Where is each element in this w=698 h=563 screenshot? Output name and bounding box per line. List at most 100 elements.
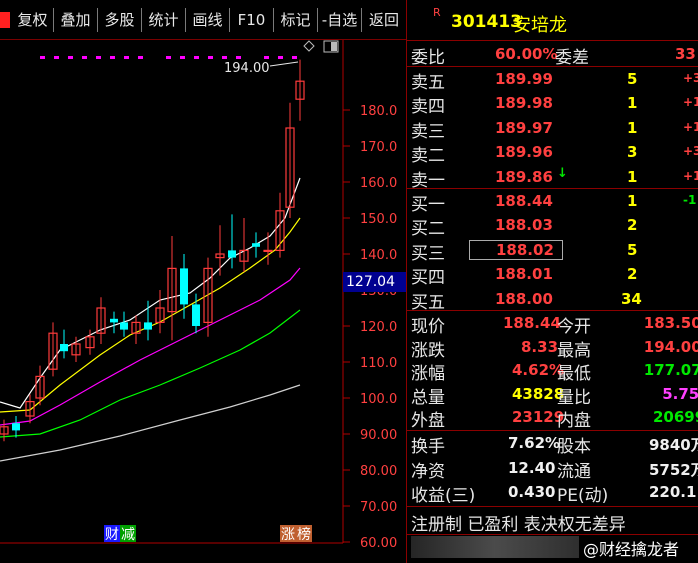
asks-volume: 1 bbox=[627, 94, 638, 113]
asks-price[interactable]: 189.99 bbox=[495, 70, 553, 88]
marker-dot bbox=[236, 56, 241, 59]
price-down-arrow-icon: ↓ bbox=[557, 166, 568, 181]
stock-name: 安培龙 bbox=[513, 15, 567, 36]
tb-fuquan-button[interactable]: 复权 bbox=[12, 8, 54, 32]
peak-price-label: 194.00 bbox=[224, 61, 270, 76]
axis-tick-label: 90.00 bbox=[360, 428, 397, 443]
axis-tick-label: 70.00 bbox=[360, 500, 397, 515]
axis-tick-label: 160.0 bbox=[360, 176, 397, 191]
listing-note: 注册制 已盈利 表决权无差异 bbox=[411, 515, 626, 535]
stat-label: 总量 bbox=[411, 387, 445, 408]
tb-tongji-button[interactable]: 统计 bbox=[142, 8, 186, 32]
marker-dots bbox=[40, 56, 297, 59]
axis-tick-label: 60.00 bbox=[360, 536, 397, 551]
tb-zixuan-button[interactable]: -自选 bbox=[318, 8, 362, 32]
axis-tick-label: 180.0 bbox=[360, 104, 397, 119]
fund-label: 股本 bbox=[557, 437, 591, 457]
candle-body-down bbox=[12, 423, 20, 431]
rise-tag[interactable]: 涨 bbox=[281, 527, 295, 543]
book-separator bbox=[407, 188, 698, 189]
marker-dot bbox=[292, 56, 297, 59]
header-separator bbox=[407, 40, 698, 41]
tb-back-button[interactable]: 返回 bbox=[362, 8, 406, 32]
marker-dot bbox=[124, 56, 129, 59]
asks-change: +3 bbox=[683, 144, 698, 159]
candle-body-down bbox=[144, 322, 152, 330]
asks-price[interactable]: 189.96 bbox=[495, 143, 553, 161]
asks-price[interactable]: 189.86 bbox=[495, 168, 553, 186]
asks-change: +1 bbox=[683, 95, 698, 110]
marker-dot bbox=[138, 56, 143, 59]
webi-label: 委比 bbox=[411, 48, 445, 68]
marker-dot bbox=[278, 56, 283, 59]
tb-biaoji-button[interactable]: 标记 bbox=[274, 8, 318, 32]
asks-label: 卖三 bbox=[411, 121, 445, 142]
bids-label: 买五 bbox=[411, 292, 445, 313]
stat-label: 量比 bbox=[557, 387, 591, 408]
asks-label: 卖四 bbox=[411, 97, 445, 118]
tb-huaxian-button[interactable]: 画线 bbox=[186, 8, 230, 32]
stat-value: 177.07 bbox=[643, 361, 698, 379]
chart-toolbar: 复权 叠加 多股 统计 画线 F10 标记 -自选 返回 bbox=[0, 0, 406, 40]
stat-label: 外盘 bbox=[411, 411, 445, 431]
marker-dot bbox=[68, 56, 73, 59]
bids-volume: 2 bbox=[627, 265, 638, 284]
fund-value: 0.430 bbox=[508, 483, 556, 501]
asks-label: 卖一 bbox=[411, 170, 445, 191]
fund-value: 9840万 bbox=[649, 436, 698, 454]
bids-price[interactable]: 188.01 bbox=[495, 265, 553, 283]
marker-dot bbox=[264, 56, 269, 59]
finance-tag[interactable]: 财 bbox=[105, 527, 119, 543]
moving-average-lines bbox=[0, 177, 301, 462]
fund-value: 5752万 bbox=[649, 460, 698, 479]
bids-change: -1 bbox=[683, 193, 697, 207]
bids-price[interactable]: 188.44 bbox=[495, 192, 553, 210]
kline-chart[interactable]: 180.0170.0160.0150.0140.0130.0120.0110.0… bbox=[0, 40, 406, 563]
diamond-icon[interactable] bbox=[303, 40, 315, 52]
candle-body-down bbox=[120, 322, 128, 330]
fund-label: 收益(三) bbox=[411, 486, 476, 506]
registration-superscript: R bbox=[433, 6, 441, 19]
marker-dot bbox=[208, 56, 213, 59]
bids-price[interactable]: 188.00 bbox=[495, 290, 553, 308]
asks-change: +1 bbox=[683, 168, 698, 183]
marker-dot bbox=[82, 56, 87, 59]
stock-code: 301413 bbox=[451, 12, 522, 32]
bids-volume: 2 bbox=[627, 216, 638, 235]
tb-diejia-button[interactable]: 叠加 bbox=[54, 8, 98, 32]
webi-separator bbox=[407, 66, 698, 67]
axis-tick-label: 120.0 bbox=[360, 320, 397, 335]
asks-price[interactable]: 189.97 bbox=[495, 119, 553, 137]
marker-dot bbox=[222, 56, 227, 59]
list-tag[interactable]: 榜 bbox=[297, 526, 311, 543]
fund-value: 220.1 bbox=[649, 483, 697, 501]
asks-price[interactable]: 189.98 bbox=[495, 94, 553, 112]
tb-f10-button[interactable]: F10 bbox=[230, 8, 274, 32]
bids-price[interactable]: 188.03 bbox=[495, 216, 553, 234]
axis-tick-label: 140.0 bbox=[360, 248, 397, 263]
bid-separator bbox=[407, 310, 698, 311]
stat-label: 最高 bbox=[557, 340, 591, 361]
stock-header[interactable]: R 301413 安培龙 bbox=[407, 0, 698, 40]
price-axis-ticks: 180.0170.0160.0150.0140.0130.0120.0110.0… bbox=[343, 104, 397, 551]
tb-duogu-button[interactable]: 多股 bbox=[98, 8, 142, 32]
marker-dot bbox=[54, 56, 59, 59]
axis-tick-label: 150.0 bbox=[360, 212, 397, 227]
axis-tick-label: 170.0 bbox=[360, 140, 397, 155]
fund-label: 流通 bbox=[557, 461, 591, 482]
reduce-tag[interactable]: 减 bbox=[121, 527, 135, 543]
weicha-label: 委差 bbox=[555, 48, 589, 68]
bids-label: 买四 bbox=[411, 268, 445, 289]
watermark: @财经擒龙者 bbox=[583, 540, 680, 559]
bids-price[interactable]: 188.02 bbox=[469, 239, 563, 260]
fund-separator bbox=[407, 506, 698, 507]
fund-label: 换手 bbox=[411, 437, 445, 457]
peak-arrow bbox=[269, 61, 299, 67]
bids-label: 买二 bbox=[411, 219, 445, 240]
bids-volume: 5 bbox=[627, 240, 638, 259]
fund-value: 7.62% bbox=[508, 434, 561, 452]
stat-value: 5.75 bbox=[662, 384, 698, 403]
marker-dot bbox=[166, 56, 171, 59]
toolbar-divider bbox=[0, 39, 406, 40]
bids-volume: 1 bbox=[627, 192, 638, 210]
